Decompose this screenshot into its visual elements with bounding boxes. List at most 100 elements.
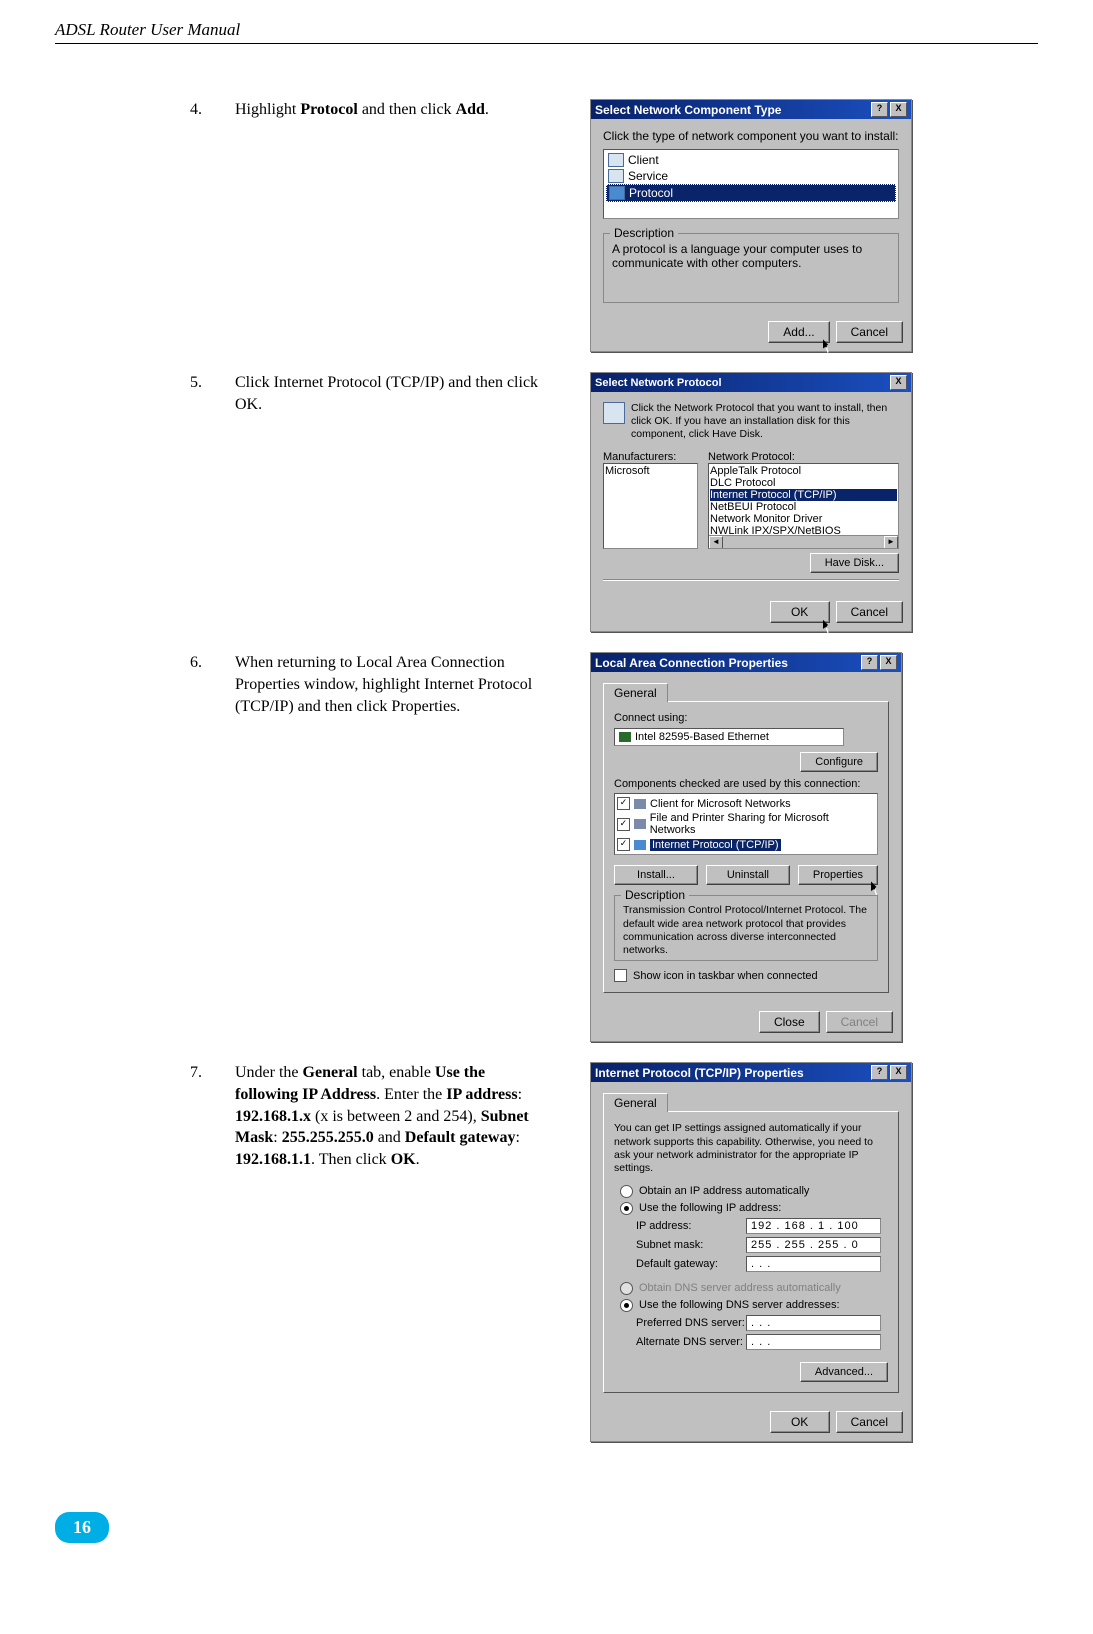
cancel-button: Cancel bbox=[826, 1011, 893, 1033]
connect-using-label: Connect using: bbox=[614, 712, 878, 724]
checkbox-icon[interactable]: ✓ bbox=[617, 838, 630, 851]
t: (x is between 2 and 254), bbox=[311, 1108, 481, 1125]
scroll-left-icon[interactable]: ◄ bbox=[709, 536, 723, 549]
step-4-number: 4. bbox=[190, 99, 235, 121]
advanced-button[interactable]: Advanced... bbox=[800, 1362, 888, 1382]
radio-use-dns[interactable]: Use the following DNS server addresses: bbox=[620, 1299, 888, 1312]
component-item-client[interactable]: Client bbox=[606, 152, 896, 168]
help-icon[interactable]: ? bbox=[871, 102, 888, 117]
radio-obtain-ip[interactable]: Obtain an IP address automatically bbox=[620, 1185, 888, 1198]
preferred-dns-label: Preferred DNS server: bbox=[636, 1317, 746, 1329]
uninstall-button[interactable]: Uninstall bbox=[706, 865, 790, 885]
close-icon[interactable]: X bbox=[890, 102, 907, 117]
comp-client-label: Client for Microsoft Networks bbox=[650, 798, 791, 810]
network-protocol-label: Network Protocol: bbox=[708, 451, 899, 463]
help-icon[interactable]: ? bbox=[871, 1065, 888, 1080]
comp-tcpip-label: Internet Protocol (TCP/IP) bbox=[650, 839, 781, 851]
radio-icon[interactable] bbox=[620, 1299, 633, 1312]
radio-icon[interactable] bbox=[620, 1185, 633, 1198]
close-icon[interactable]: X bbox=[890, 375, 907, 390]
component-icon bbox=[634, 819, 646, 829]
subnet-mask-input[interactable]: 255 . 255 . 255 . 0 bbox=[746, 1237, 881, 1253]
np-tcpip[interactable]: Internet Protocol (TCP/IP) bbox=[710, 489, 897, 501]
t: tab, enable bbox=[358, 1064, 435, 1081]
b-gateway-value: 192.168.1.1 bbox=[235, 1151, 311, 1168]
manufacturers-list[interactable]: Microsoft bbox=[603, 463, 698, 549]
ok-button[interactable]: OK bbox=[770, 601, 830, 623]
nic-icon bbox=[619, 732, 631, 742]
dlg3-titlebar[interactable]: Local Area Connection Properties ? X bbox=[591, 653, 901, 672]
np-dlc[interactable]: DLC Protocol bbox=[710, 477, 897, 489]
step-4-add: Add bbox=[456, 101, 485, 118]
np-netbeui[interactable]: NetBEUI Protocol bbox=[710, 501, 897, 513]
comp-tcpip[interactable]: ✓ Internet Protocol (TCP/IP) bbox=[617, 837, 875, 852]
protocol-label: Protocol bbox=[629, 186, 673, 200]
comp-fileprint[interactable]: ✓File and Printer Sharing for Microsoft … bbox=[617, 811, 875, 837]
component-icon bbox=[634, 840, 646, 850]
install-button[interactable]: Install... bbox=[614, 865, 698, 885]
radio-use-ip-label: Use the following IP address: bbox=[639, 1202, 781, 1214]
dlg4-blurb: You can get IP settings assigned automat… bbox=[614, 1122, 888, 1175]
nic-textbox: Intel 82595-Based Ethernet bbox=[614, 728, 844, 746]
dlg4-titlebar[interactable]: Internet Protocol (TCP/IP) Properties ? … bbox=[591, 1063, 911, 1082]
tab-general[interactable]: General bbox=[603, 1093, 668, 1112]
add-button[interactable]: Add... bbox=[768, 321, 829, 343]
step-4-text: Highlight Protocol and then click Add. bbox=[235, 99, 540, 121]
alternate-dns-input[interactable]: . . . bbox=[746, 1334, 881, 1350]
page-number: 16 bbox=[55, 1512, 109, 1543]
t: : bbox=[273, 1129, 281, 1146]
step-4-mid: and then click bbox=[358, 101, 456, 118]
b-ok: OK bbox=[391, 1151, 416, 1168]
step-4-post: . bbox=[485, 101, 489, 118]
preferred-dns-input[interactable]: . . . bbox=[746, 1315, 881, 1331]
component-listbox[interactable]: Client Service Protocol bbox=[603, 149, 899, 219]
close-button[interactable]: Close bbox=[759, 1011, 820, 1033]
step-4-protocol: Protocol bbox=[300, 101, 357, 118]
show-tray-label: Show icon in taskbar when connected bbox=[633, 970, 818, 982]
checkbox-show-tray[interactable] bbox=[614, 969, 627, 982]
radio-icon[interactable] bbox=[620, 1202, 633, 1215]
help-icon[interactable]: ? bbox=[861, 655, 878, 670]
scrollbar-horizontal[interactable]: ◄► bbox=[709, 535, 898, 548]
cancel-button[interactable]: Cancel bbox=[836, 601, 903, 623]
dlg1-titlebar[interactable]: Select Network Component Type ? X bbox=[591, 100, 911, 119]
configure-button[interactable]: Configure bbox=[800, 752, 878, 772]
components-list[interactable]: ✓ Client for Microsoft Networks ✓File and… bbox=[614, 793, 878, 855]
t: . bbox=[416, 1151, 420, 1168]
component-item-protocol[interactable]: Protocol bbox=[606, 184, 896, 202]
dialog-select-network-protocol: Select Network Protocol X Click the Netw… bbox=[590, 372, 912, 632]
tab-general[interactable]: General bbox=[603, 683, 668, 702]
ip-address-input[interactable]: 192 . 168 . 1 . 100 bbox=[746, 1218, 881, 1234]
ip-address-label: IP address: bbox=[636, 1220, 746, 1232]
close-icon[interactable]: X bbox=[880, 655, 897, 670]
default-gateway-input[interactable]: . . . bbox=[746, 1256, 881, 1272]
dlg1-title: Select Network Component Type bbox=[595, 103, 781, 117]
checkbox-icon[interactable]: ✓ bbox=[617, 797, 630, 810]
step-7-text: Under the General tab, enable Use the fo… bbox=[235, 1062, 540, 1170]
close-icon[interactable]: X bbox=[890, 1065, 907, 1080]
step-5-number: 5. bbox=[190, 372, 235, 415]
radio-use-dns-label: Use the following DNS server addresses: bbox=[639, 1299, 840, 1311]
scroll-right-icon[interactable]: ► bbox=[884, 536, 898, 549]
component-icon bbox=[634, 799, 646, 809]
np-monitor[interactable]: Network Monitor Driver bbox=[710, 513, 897, 525]
client-icon bbox=[608, 153, 624, 167]
dlg2-titlebar[interactable]: Select Network Protocol X bbox=[591, 373, 911, 392]
network-protocol-list[interactable]: AppleTalk Protocol DLC Protocol Internet… bbox=[708, 463, 899, 549]
properties-button[interactable]: Properties bbox=[798, 865, 878, 885]
cancel-button[interactable]: Cancel bbox=[836, 321, 903, 343]
np-appletalk[interactable]: AppleTalk Protocol bbox=[710, 465, 897, 477]
nic-name: Intel 82595-Based Ethernet bbox=[635, 731, 769, 743]
checkbox-icon[interactable]: ✓ bbox=[617, 818, 630, 831]
ok-button[interactable]: OK bbox=[770, 1411, 830, 1433]
dlg1-prompt: Click the type of network component you … bbox=[603, 129, 899, 143]
default-gateway-label: Default gateway: bbox=[636, 1258, 746, 1270]
t: : bbox=[518, 1086, 522, 1103]
description-text: Transmission Control Protocol/Internet P… bbox=[623, 904, 869, 957]
component-item-service[interactable]: Service bbox=[606, 168, 896, 184]
have-disk-button[interactable]: Have Disk... bbox=[810, 553, 899, 573]
radio-use-ip[interactable]: Use the following IP address: bbox=[620, 1202, 888, 1215]
manufacturer-item[interactable]: Microsoft bbox=[605, 465, 696, 477]
cancel-button[interactable]: Cancel bbox=[836, 1411, 903, 1433]
comp-client[interactable]: ✓ Client for Microsoft Networks bbox=[617, 796, 875, 811]
